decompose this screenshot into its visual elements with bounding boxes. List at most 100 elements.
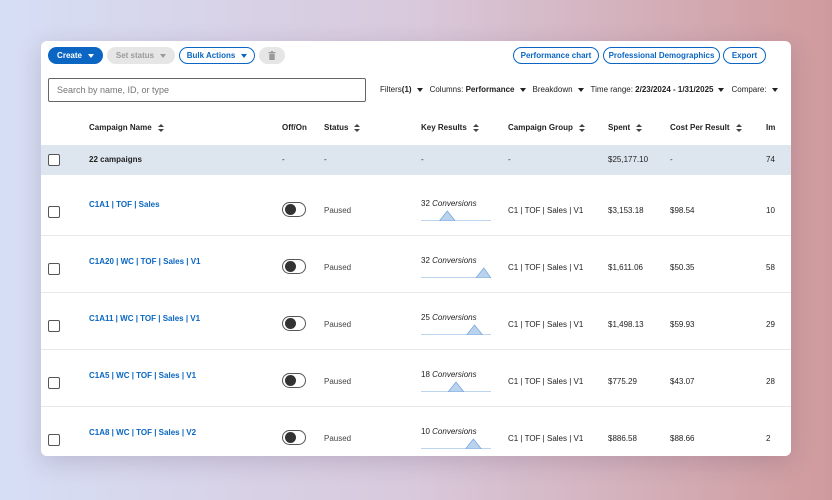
performance-chart-label: Performance chart: [520, 51, 592, 60]
summary-cost-per-result: -: [670, 155, 673, 164]
campaign-name-link[interactable]: C1A11 | WC | TOF | Sales | V1: [89, 314, 200, 323]
campaign-group: C1 | TOF | Sales | V1: [508, 377, 584, 386]
summary-off-on: -: [282, 155, 285, 164]
summary-key-results: -: [421, 155, 424, 164]
table-row: C1A11 | WC | TOF | Sales | V1 Paused 25 Co…: [41, 292, 791, 350]
export-button[interactable]: Export: [723, 47, 766, 64]
professional-demographics-label: Professional Demographics: [608, 51, 715, 60]
summary-campaign-group: -: [508, 155, 511, 164]
campaign-name-link[interactable]: C1A8 | WC | TOF | Sales | V2: [89, 428, 196, 437]
row-checkbox[interactable]: [48, 320, 60, 332]
results-sparkline: [421, 267, 491, 278]
trash-icon: [268, 51, 276, 60]
campaign-group: C1 | TOF | Sales | V1: [508, 206, 584, 215]
campaign-name-link[interactable]: C1A5 | WC | TOF | Sales | V1: [89, 371, 196, 380]
export-label: Export: [731, 51, 758, 60]
campaign-cost-per-result: $59.93: [670, 320, 695, 329]
filter-bar: Filters (1) Columns: Performance Breakdow…: [380, 85, 785, 94]
chevron-down-icon: [87, 53, 94, 58]
table-row: C1A1 | TOF | Sales Paused 32 Conversions C1…: [41, 178, 791, 236]
column-label: Cost Per Result: [670, 123, 730, 132]
breakdown-label: Breakdown: [532, 85, 573, 94]
results-sparkline: [421, 381, 491, 392]
table-header: Campaign Name Off/On Status Key Results …: [41, 110, 791, 146]
sort-icon: [472, 123, 479, 132]
filters-label: Filters: [380, 85, 402, 94]
campaign-impressions: 10: [766, 206, 775, 215]
column-key-results[interactable]: Key Results: [421, 123, 479, 132]
campaign-status: Paused: [324, 263, 352, 272]
chevron-down-icon: [416, 87, 423, 92]
sort-icon: [157, 123, 164, 132]
column-label: Key Results: [421, 123, 467, 132]
chevron-down-icon: [241, 53, 248, 58]
performance-chart-button[interactable]: Performance chart: [513, 47, 599, 64]
campaign-impressions: 29: [766, 320, 775, 329]
compare-dropdown[interactable]: Compare:: [731, 85, 778, 94]
campaign-spent: $886.58: [608, 434, 637, 443]
campaign-spent: $775.29: [608, 377, 637, 386]
time-range-value: 2/23/2024 - 1/31/2025: [635, 85, 714, 94]
set-status-button[interactable]: Set status: [107, 47, 175, 64]
key-results-cell: 18 Conversions: [421, 370, 491, 392]
columns-dropdown[interactable]: Columns: Performance: [430, 85, 526, 94]
bulk-actions-label: Bulk Actions: [186, 51, 236, 60]
set-status-label: Set status: [115, 51, 155, 60]
create-button[interactable]: Create: [48, 47, 103, 64]
row-checkbox[interactable]: [48, 263, 60, 275]
key-results-cell: 32 Conversions: [421, 199, 491, 221]
breakdown-dropdown[interactable]: Breakdown: [533, 85, 584, 94]
select-all-checkbox[interactable]: [48, 154, 60, 166]
summary-status: -: [324, 155, 327, 164]
row-checkbox[interactable]: [48, 206, 60, 218]
chevron-down-icon: [160, 53, 167, 58]
key-results-cell: 25 Conversions: [421, 313, 491, 335]
campaign-impressions: 2: [766, 434, 771, 443]
column-spent[interactable]: Spent: [608, 123, 643, 132]
campaign-toggle[interactable]: [282, 202, 306, 217]
campaign-toggle[interactable]: [282, 259, 306, 274]
delete-button[interactable]: [259, 47, 285, 64]
summary-row: 22 campaigns - - - - $25,177.10 - 74: [41, 145, 791, 175]
campaign-toggle[interactable]: [282, 430, 306, 445]
time-range-label: Time range:: [590, 85, 633, 94]
bulk-actions-button[interactable]: Bulk Actions: [179, 47, 255, 64]
column-campaign-group[interactable]: Campaign Group: [508, 123, 585, 132]
results-sparkline: [421, 438, 491, 449]
column-status[interactable]: Status: [324, 123, 361, 132]
campaign-cost-per-result: $50.35: [670, 263, 695, 272]
campaign-group: C1 | TOF | Sales | V1: [508, 434, 584, 443]
table-row: C1A5 | WC | TOF | Sales | V1 Paused 18 Con…: [41, 349, 791, 407]
column-label: Campaign Name: [89, 123, 152, 132]
chevron-down-icon: [771, 87, 778, 92]
campaign-toggle[interactable]: [282, 373, 306, 388]
column-label: Campaign Group: [508, 123, 573, 132]
column-label: Spent: [608, 123, 631, 132]
professional-demographics-button[interactable]: Professional Demographics: [603, 47, 720, 64]
results-sparkline: [421, 324, 491, 335]
campaign-group: C1 | TOF | Sales | V1: [508, 320, 584, 329]
campaign-impressions: 28: [766, 377, 775, 386]
table-row: C1A20 | WC | TOF | Sales | V1 Paused 32 Co…: [41, 235, 791, 293]
campaign-toggle[interactable]: [282, 316, 306, 331]
campaign-group: C1 | TOF | Sales | V1: [508, 263, 584, 272]
column-impressions[interactable]: Im: [766, 123, 775, 132]
campaign-name-link[interactable]: C1A20 | WC | TOF | Sales | V1: [89, 257, 201, 266]
campaign-status: Paused: [324, 434, 352, 443]
filters-dropdown[interactable]: Filters (1): [380, 85, 423, 94]
column-cost-per-result[interactable]: Cost Per Result: [670, 123, 742, 132]
column-label: Status: [324, 123, 349, 132]
row-checkbox[interactable]: [48, 434, 60, 446]
results-sparkline: [421, 210, 491, 221]
table-row: C1A8 | WC | TOF | Sales | V2 Paused 10 Con…: [41, 406, 791, 456]
campaign-status: Paused: [324, 377, 352, 386]
campaign-name-link[interactable]: C1A1 | TOF | Sales: [89, 200, 160, 209]
campaign-status: Paused: [324, 206, 352, 215]
summary-campaign-count: 22 campaigns: [89, 155, 142, 164]
campaign-spent: $1,498.13: [608, 320, 644, 329]
time-range-dropdown[interactable]: Time range: 2/23/2024 - 1/31/2025: [591, 85, 725, 94]
row-checkbox[interactable]: [48, 377, 60, 389]
column-campaign-name[interactable]: Campaign Name: [89, 123, 164, 132]
columns-label: Columns:: [429, 85, 464, 94]
search-input[interactable]: [48, 78, 366, 102]
